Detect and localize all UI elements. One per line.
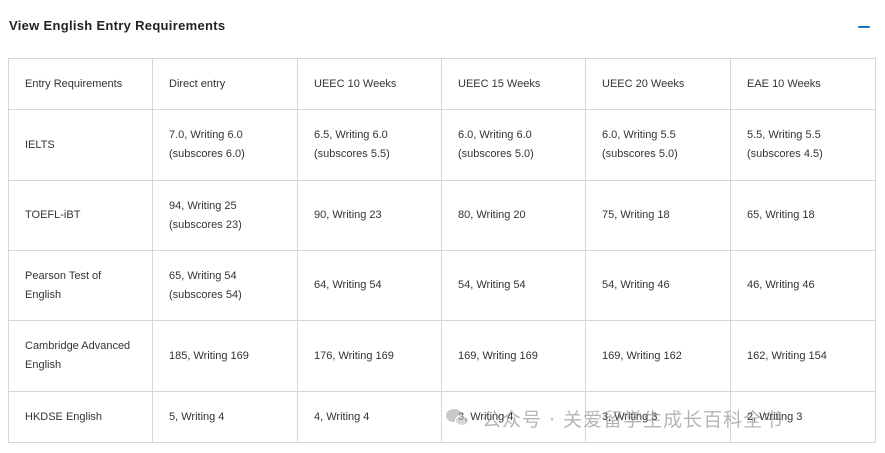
column-header: UEEC 10 Weeks bbox=[297, 58, 442, 110]
table-cell: 176, Writing 169 bbox=[297, 320, 442, 392]
table-cell: 64, Writing 54 bbox=[297, 250, 442, 321]
table-cell: 75, Writing 18 bbox=[585, 180, 731, 251]
row-label: HKDSE English bbox=[8, 391, 153, 443]
table-cell: 6.5, Writing 6.0 (subscores 5.5) bbox=[297, 109, 442, 181]
table-row: Cambridge Advanced English 185, Writing 1… bbox=[8, 320, 876, 392]
table-cell: 5.5, Writing 5.5 (subscores 4.5) bbox=[730, 109, 876, 181]
column-header: UEEC 15 Weeks bbox=[441, 58, 586, 110]
table-cell: 46, Writing 46 bbox=[730, 250, 876, 321]
table-cell: 3, Writing 4 bbox=[441, 391, 586, 443]
table-cell: 94, Writing 25 (subscores 23) bbox=[152, 180, 298, 251]
table-cell: 80, Writing 20 bbox=[441, 180, 586, 251]
table-cell: 169, Writing 169 bbox=[441, 320, 586, 392]
table-row: Pearson Test of English 65, Writing 54 (su… bbox=[8, 250, 876, 321]
row-label: Cambridge Advanced English bbox=[8, 320, 153, 392]
table-cell: 185, Writing 169 bbox=[152, 320, 298, 392]
table-cell: 65, Writing 18 bbox=[730, 180, 876, 251]
table-cell: 7.0, Writing 6.0 (subscores 6.0) bbox=[152, 109, 298, 181]
minus-icon bbox=[858, 26, 870, 28]
section-title: View English Entry Requirements bbox=[9, 18, 226, 33]
section-header[interactable]: View English Entry Requirements bbox=[0, 0, 885, 54]
column-header: UEEC 20 Weeks bbox=[585, 58, 731, 110]
table-header-row: Entry Requirements Direct entry UEEC 10 … bbox=[8, 58, 876, 110]
row-label: TOEFL-iBT bbox=[8, 180, 153, 251]
table-cell: 3, Writing 3 bbox=[585, 391, 731, 443]
table-cell: 2, Writing 3 bbox=[730, 391, 876, 443]
row-label: IELTS bbox=[8, 109, 153, 181]
collapse-button[interactable] bbox=[852, 16, 874, 36]
table-cell: 54, Writing 46 bbox=[585, 250, 731, 321]
table-cell: 90, Writing 23 bbox=[297, 180, 442, 251]
column-header: EAE 10 Weeks bbox=[730, 58, 876, 110]
table-row: HKDSE English 5, Writing 4 4, Writing 4 … bbox=[8, 391, 876, 443]
table-cell: 5, Writing 4 bbox=[152, 391, 298, 443]
table-cell: 4, Writing 4 bbox=[297, 391, 442, 443]
table-cell: 6.0, Writing 5.5 (subscores 5.0) bbox=[585, 109, 731, 181]
table-cell: 6.0, Writing 6.0 (subscores 5.0) bbox=[441, 109, 586, 181]
row-label: Pearson Test of English bbox=[8, 250, 153, 321]
table-row: TOEFL-iBT 94, Writing 25 (subscores 23) 9… bbox=[8, 180, 876, 251]
entry-requirements-table: Entry Requirements Direct entry UEEC 10 … bbox=[8, 58, 876, 443]
table-cell: 162, Writing 154 bbox=[730, 320, 876, 392]
table-cell: 54, Writing 54 bbox=[441, 250, 586, 321]
column-header: Entry Requirements bbox=[8, 58, 153, 110]
table-cell: 169, Writing 162 bbox=[585, 320, 731, 392]
column-header: Direct entry bbox=[152, 58, 298, 110]
table-cell: 65, Writing 54 (subscores 54) bbox=[152, 250, 298, 321]
table-row: IELTS 7.0, Writing 6.0 (subscores 6.0) 6.… bbox=[8, 109, 876, 181]
